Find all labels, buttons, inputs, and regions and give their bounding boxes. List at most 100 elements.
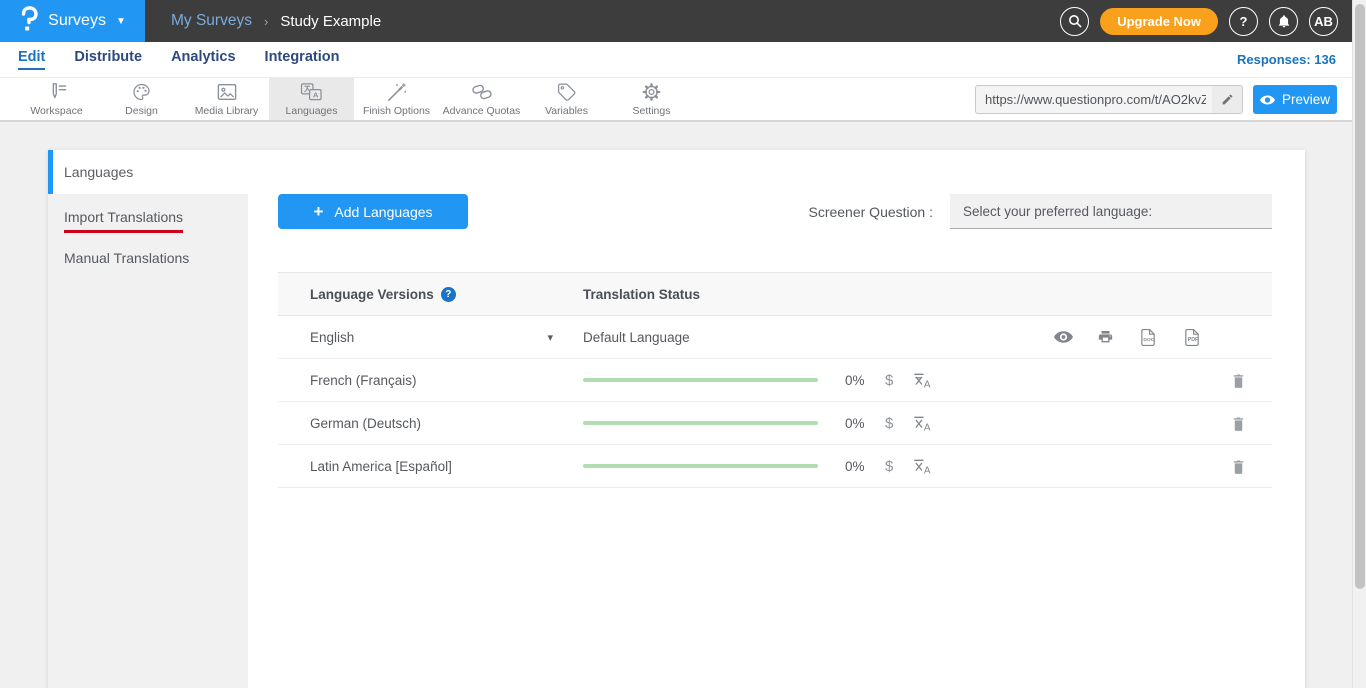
languages-sidebar: Languages Import Translations Manual Tra… <box>48 150 248 688</box>
bell-icon <box>1277 14 1291 29</box>
dollar-icon[interactable]: $ <box>885 372 893 389</box>
screener-question-label: Screener Question : <box>808 204 933 220</box>
status-cell: 0% $ A <box>583 458 1272 475</box>
image-icon <box>216 82 238 102</box>
language-cell: German (Deutsch) <box>310 416 583 431</box>
avatar-initials: AB <box>1314 14 1333 29</box>
toolbar-item-workspace[interactable]: Workspace <box>14 78 99 120</box>
column-language-versions: Language Versions ? <box>310 287 583 302</box>
toolbar-item-design[interactable]: Design <box>99 78 184 120</box>
section-nav: Edit Distribute Analytics Integration Re… <box>0 42 1366 78</box>
avatar[interactable]: AB <box>1309 7 1338 36</box>
chevron-down-icon: ▼ <box>116 16 126 27</box>
translate-icon[interactable]: A <box>913 458 933 475</box>
print-icon[interactable] <box>1097 329 1114 345</box>
toolbar-item-variables[interactable]: Variables <box>524 78 609 120</box>
svg-text:A: A <box>313 90 319 99</box>
svg-text:A: A <box>924 422 931 432</box>
page-scrollbar[interactable] <box>1352 0 1366 688</box>
product-name: Surveys <box>48 12 106 30</box>
languages-icon: A <box>300 82 323 102</box>
svg-text:PDF: PDF <box>1188 337 1198 343</box>
sidebar-list: Import Translations Manual Translations <box>48 194 248 688</box>
svg-text:DOC: DOC <box>1143 337 1154 343</box>
translate-icon[interactable]: A <box>913 372 933 389</box>
translate-icon[interactable]: A <box>913 415 933 432</box>
workspace-icon <box>46 82 68 102</box>
export-pdf-icon[interactable]: PDF <box>1182 328 1202 347</box>
chain-link-icon <box>471 82 493 102</box>
toolbar-item-settings[interactable]: Settings <box>609 78 694 120</box>
svg-text:A: A <box>924 379 931 389</box>
language-cell: Latin America [Español] <box>310 459 583 474</box>
sidebar-title: Languages <box>48 164 133 180</box>
responses-count[interactable]: Responses: 136 <box>1237 52 1336 67</box>
survey-title: Study Example <box>280 13 381 30</box>
preview-button[interactable]: Preview <box>1253 85 1337 114</box>
content-top-row: + Add Languages Screener Question : Sele… <box>278 194 1272 229</box>
language-cell: English ▾ <box>310 330 583 345</box>
dollar-icon[interactable]: $ <box>885 415 893 432</box>
column-translation-status: Translation Status <box>583 287 700 302</box>
topbar-actions: Upgrade Now ? AB <box>1060 7 1338 36</box>
languages-content: + Add Languages Screener Question : Sele… <box>248 150 1305 488</box>
edit-url-button[interactable] <box>1212 86 1242 113</box>
tag-icon <box>556 82 577 102</box>
survey-url-box <box>975 85 1243 114</box>
tab-distribute[interactable]: Distribute <box>74 49 142 70</box>
export-doc-icon[interactable]: DOC <box>1138 328 1158 347</box>
help-icon: ? <box>1240 14 1248 29</box>
view-eye-icon[interactable] <box>1054 331 1073 343</box>
active-accent-bar <box>48 150 53 194</box>
translation-progress-bar <box>583 421 818 425</box>
breadcrumb-separator: › <box>264 14 268 29</box>
gear-icon <box>641 82 662 102</box>
screener-question-select[interactable]: Select your preferred language: <box>950 194 1272 229</box>
dollar-icon[interactable]: $ <box>885 458 893 475</box>
language-dropdown-caret[interactable]: ▾ <box>547 331 553 344</box>
survey-url-input[interactable] <box>976 92 1212 107</box>
product-switcher[interactable]: Surveys ▼ <box>0 0 145 42</box>
table-row-english: English ▾ Default Language DOC <box>278 316 1272 359</box>
table-row-french: French (Français) 0% $ A <box>278 359 1272 402</box>
toolbar-item-advance-quotas[interactable]: Advance Quotas <box>439 78 524 120</box>
sidebar-item-manual-translations[interactable]: Manual Translations <box>48 250 248 268</box>
translation-progress-bar <box>583 378 818 382</box>
plus-icon: + <box>313 202 323 222</box>
progress-percent: 0% <box>845 459 871 474</box>
eye-icon <box>1260 95 1275 105</box>
toolbar-item-finish-options[interactable]: Finish Options <box>354 78 439 120</box>
palette-icon <box>131 82 152 102</box>
toolbar-item-media-library[interactable]: Media Library <box>184 78 269 120</box>
tab-analytics[interactable]: Analytics <box>171 49 235 70</box>
tab-integration[interactable]: Integration <box>265 49 340 70</box>
sidebar-header: Languages <box>48 150 248 194</box>
toolbar-item-languages[interactable]: A Languages <box>269 78 354 120</box>
delete-trash-icon[interactable] <box>1231 415 1246 432</box>
delete-trash-icon[interactable] <box>1231 458 1246 475</box>
default-language-label: Default Language <box>583 330 690 345</box>
notifications-button[interactable] <box>1269 7 1298 36</box>
status-cell: 0% $ A <box>583 372 1272 389</box>
delete-trash-icon[interactable] <box>1231 372 1246 389</box>
pencil-icon <box>1221 93 1234 106</box>
edit-toolbar: Workspace Design Media Library A Languag… <box>0 78 1366 122</box>
sidebar-item-import-translations[interactable]: Import Translations <box>48 209 248 233</box>
search-button[interactable] <box>1060 7 1089 36</box>
progress-percent: 0% <box>845 416 871 431</box>
status-cell: Default Language DOC PDF <box>583 328 1272 347</box>
help-button[interactable]: ? <box>1229 7 1258 36</box>
table-row-latin-america: Latin America [Español] 0% $ A <box>278 445 1272 488</box>
export-actions: DOC PDF <box>1054 328 1202 347</box>
tab-edit[interactable]: Edit <box>18 49 45 70</box>
status-cell: 0% $ A <box>583 415 1272 432</box>
breadcrumb-my-surveys[interactable]: My Surveys <box>171 12 252 30</box>
scrollbar-thumb[interactable] <box>1355 4 1365 589</box>
upgrade-now-button[interactable]: Upgrade Now <box>1100 8 1218 35</box>
screener-question-group: Screener Question : Select your preferre… <box>808 194 1272 229</box>
help-icon[interactable]: ? <box>441 287 456 302</box>
add-languages-button[interactable]: + Add Languages <box>278 194 468 229</box>
table-row-german: German (Deutsch) 0% $ A <box>278 402 1272 445</box>
magic-wand-icon <box>386 82 408 102</box>
translation-progress-bar <box>583 464 818 468</box>
